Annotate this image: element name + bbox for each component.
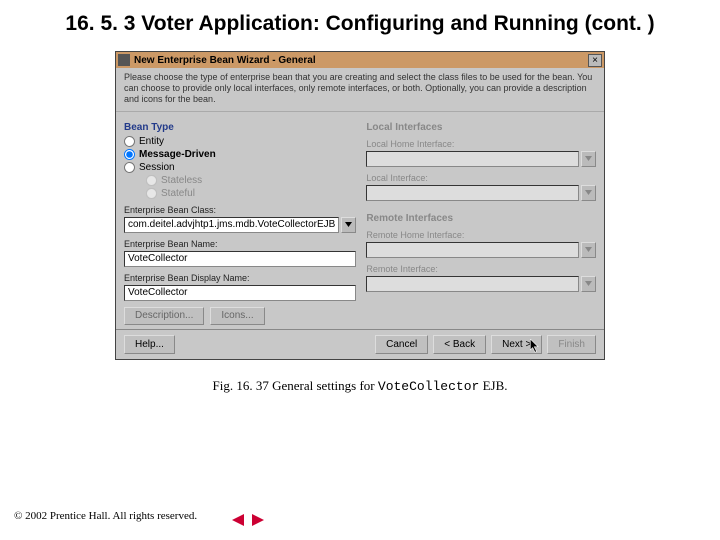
next-slide-icon[interactable] — [250, 512, 266, 528]
wizard-dialog: New Enterprise Bean Wizard - General × P… — [115, 51, 605, 359]
back-button[interactable]: < Back — [433, 335, 486, 354]
dialog-footer: Help... Cancel < Back Next > Finish — [116, 329, 604, 359]
name-input[interactable]: VoteCollector — [124, 251, 356, 267]
remote-if-input — [366, 276, 579, 292]
prev-slide-icon[interactable] — [230, 512, 246, 528]
radio-message-driven[interactable]: Message-Driven — [124, 149, 356, 160]
intro-text: Please choose the type of enterprise bea… — [116, 68, 604, 111]
remote-home-label: Remote Home Interface: — [366, 230, 596, 240]
class-input[interactable]: com.deitel.advjhtp1.jms.mdb.VoteCollecto… — [124, 217, 339, 233]
cursor-icon — [530, 339, 540, 353]
display-input[interactable]: VoteCollector — [124, 285, 356, 301]
radio-entity[interactable]: Entity — [124, 136, 356, 147]
nav-arrows — [230, 512, 266, 528]
slide-title: 16. 5. 3 Voter Application: Configuring … — [0, 0, 720, 51]
display-label: Enterprise Bean Display Name: — [124, 273, 356, 283]
class-dropdown[interactable] — [341, 217, 356, 233]
close-button[interactable]: × — [588, 54, 602, 67]
radio-stateful: Stateful — [146, 188, 356, 199]
remote-if-dropdown — [581, 276, 596, 292]
figure-caption: Fig. 16. 37 General settings for VoteCol… — [0, 378, 720, 394]
finish-button: Finish — [547, 335, 596, 354]
remote-if-label: Remote Interface: — [366, 264, 596, 274]
local-home-input — [366, 151, 579, 167]
radio-stateless: Stateless — [146, 175, 356, 186]
local-interfaces-label: Local Interfaces — [366, 122, 596, 133]
app-icon — [118, 54, 130, 66]
local-if-label: Local Interface: — [366, 173, 596, 183]
title-bar: New Enterprise Bean Wizard - General × — [116, 52, 604, 68]
remote-interfaces-label: Remote Interfaces — [366, 213, 596, 224]
remote-home-dropdown — [581, 242, 596, 258]
local-if-input — [366, 185, 579, 201]
name-label: Enterprise Bean Name: — [124, 239, 356, 249]
help-button[interactable]: Help... — [124, 335, 175, 354]
bean-type-label: Bean Type — [124, 122, 356, 133]
radio-session[interactable]: Session — [124, 162, 356, 173]
description-button[interactable]: Description... — [124, 307, 204, 325]
local-home-label: Local Home Interface: — [366, 139, 596, 149]
local-if-dropdown — [581, 185, 596, 201]
local-home-dropdown — [581, 151, 596, 167]
window-title: New Enterprise Bean Wizard - General — [134, 55, 588, 66]
cancel-button[interactable]: Cancel — [375, 335, 428, 354]
next-button[interactable]: Next > — [491, 335, 542, 354]
icons-button[interactable]: Icons... — [210, 307, 264, 325]
class-label: Enterprise Bean Class: — [124, 205, 356, 215]
copyright-text: © 2002 Prentice Hall. All rights reserve… — [14, 510, 197, 522]
remote-home-input — [366, 242, 579, 258]
